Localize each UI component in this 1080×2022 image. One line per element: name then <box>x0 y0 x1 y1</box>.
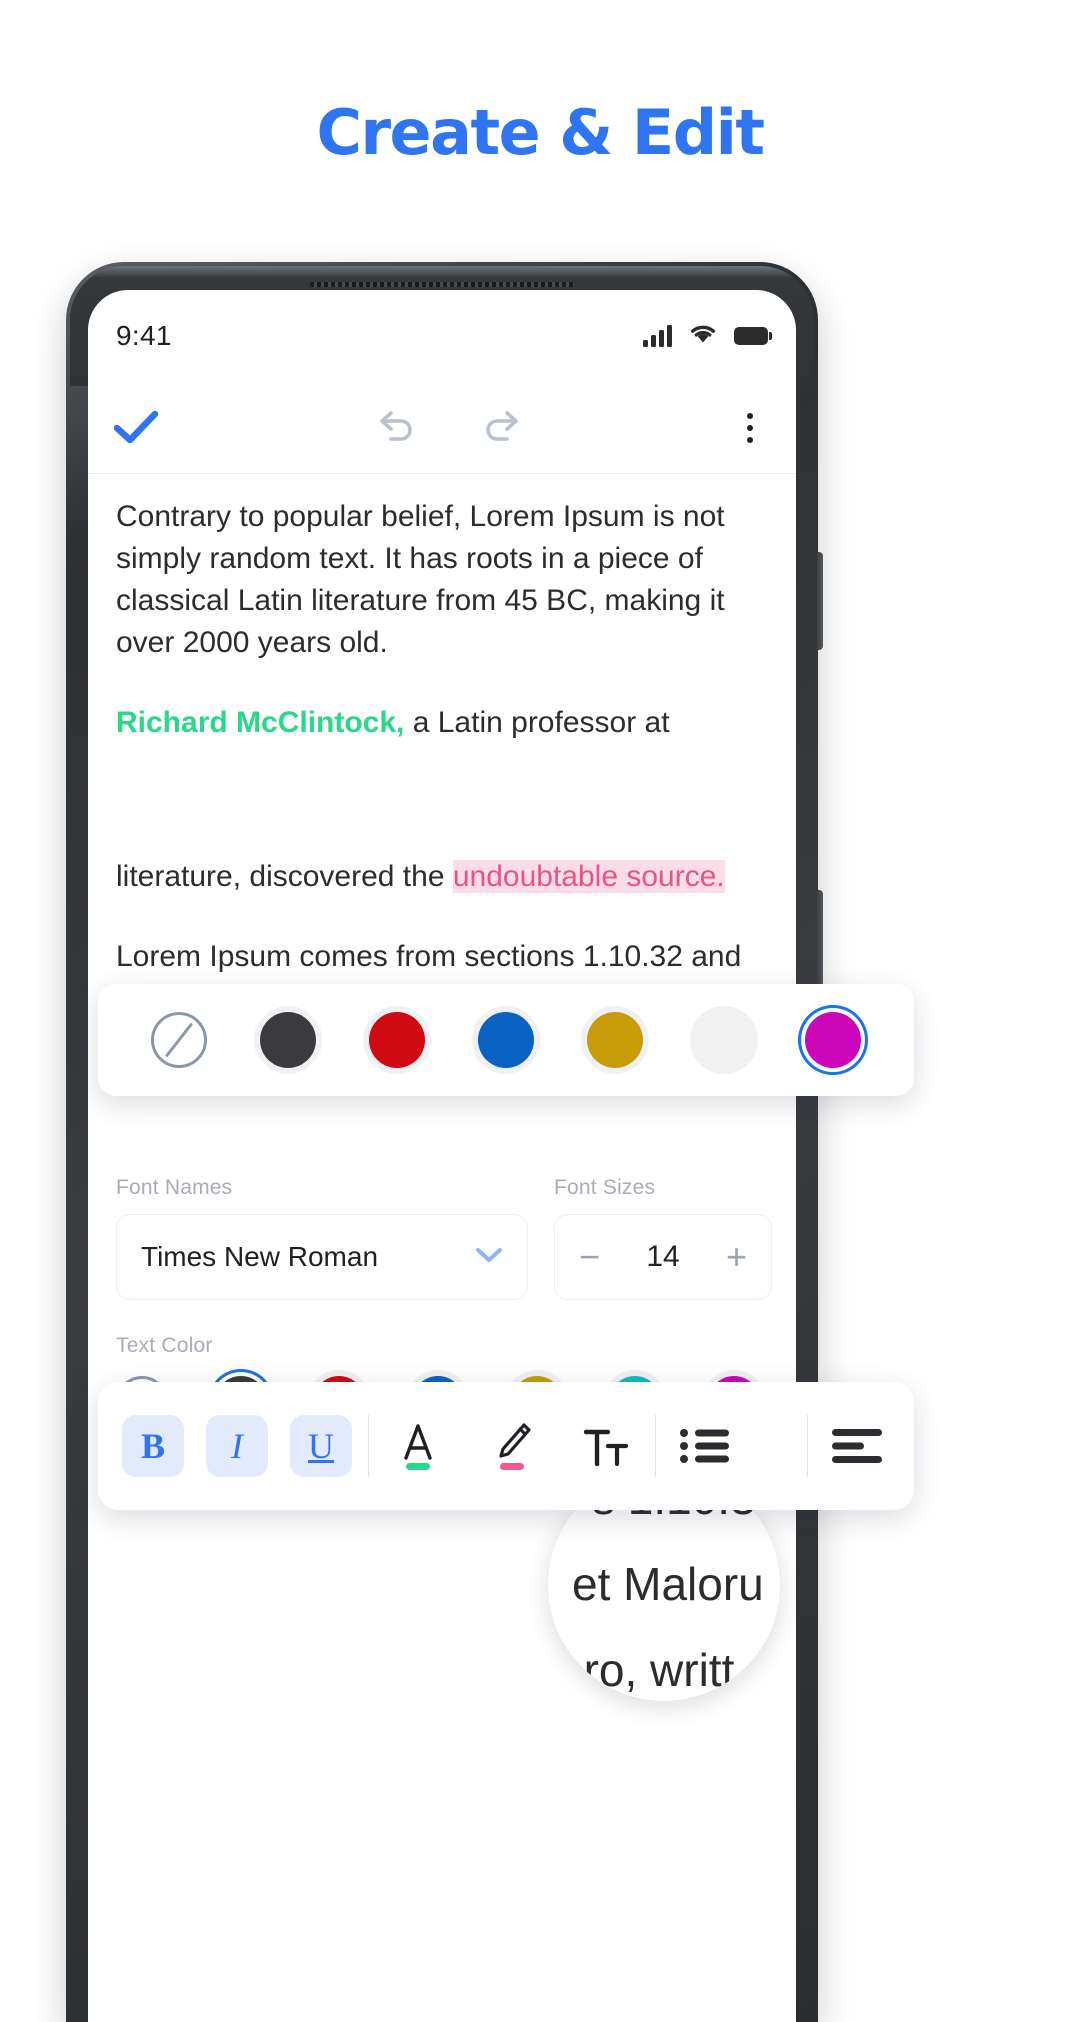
highlighted-text: undoubtable source. <box>452 860 725 893</box>
font-size-tt-icon[interactable] <box>573 1413 639 1479</box>
font-size-value: 14 <box>646 1240 680 1273</box>
phone-volume-button <box>817 552 823 650</box>
color-palette-popup[interactable] <box>98 984 914 1096</box>
highlighter-pen-icon[interactable] <box>479 1413 545 1479</box>
format-toolbar-popup[interactable]: B I U <box>98 1382 914 1510</box>
font-sizes-label: Font Sizes <box>554 1176 656 1199</box>
popup-color-swatch-blue[interactable] <box>477 1012 534 1068</box>
popup-color-swatch-red[interactable] <box>368 1012 425 1068</box>
chevron-down-icon <box>475 1246 503 1269</box>
font-sizes-field: Font Sizes − 14 + <box>554 1176 772 1300</box>
text-color-a-icon[interactable] <box>385 1413 451 1479</box>
font-size-stepper[interactable]: − 14 + <box>554 1214 772 1300</box>
phone-mockup-frame: 9:41 Contrary to popular belief, Lorem I… <box>66 262 914 2022</box>
document-paragraph-2: Richard McClintock, a Latin professor at <box>116 702 768 744</box>
author-name-text: Richard McClintock, <box>116 706 405 739</box>
text-color-label: Text Color <box>116 1334 213 1357</box>
popup-color-swatch-black[interactable] <box>259 1012 316 1068</box>
popup-color-swatch-no-color[interactable] <box>150 1012 207 1068</box>
toolbar-divider-2 <box>655 1415 656 1477</box>
toolbar-divider-3 <box>807 1415 808 1477</box>
bullet-list-icon[interactable] <box>672 1413 738 1479</box>
editor-toolbar <box>88 382 796 474</box>
popup-color-swatch-gold[interactable] <box>587 1012 644 1068</box>
redo-button[interactable] <box>480 407 524 448</box>
wifi-icon <box>688 323 718 350</box>
font-name-select[interactable]: Times New Roman <box>116 1214 528 1300</box>
done-button[interactable] <box>114 410 168 445</box>
status-bar-time: 9:41 <box>116 320 172 351</box>
document-paragraph-1: Contrary to popular belief, Lorem Ipsum … <box>116 500 725 659</box>
phone-screen: 9:41 Contrary to popular belief, Lorem I… <box>88 290 796 2022</box>
magnifier-line-3: ero, writt <box>558 1644 735 1696</box>
undo-button[interactable] <box>374 407 418 448</box>
italic-button[interactable]: I <box>206 1415 268 1477</box>
font-size-increase-button[interactable]: + <box>726 1239 747 1275</box>
paragraph-2-rest: a Latin professor at <box>404 706 670 739</box>
font-size-decrease-button[interactable]: − <box>579 1239 600 1275</box>
magnifier-line-2: et Maloru <box>572 1558 764 1610</box>
popup-color-swatch-magenta[interactable] <box>805 1012 862 1068</box>
battery-full-icon <box>734 327 772 345</box>
page-title: Create & Edit <box>316 96 765 169</box>
font-names-field: Font Names Times New Roman <box>116 1176 528 1300</box>
status-bar-icons <box>643 323 772 350</box>
bold-button[interactable]: B <box>122 1415 184 1477</box>
more-vertical-icon[interactable] <box>730 412 770 443</box>
phone-earpiece-speaker <box>310 282 574 287</box>
paragraph-3-pre: literature, discovered the <box>116 860 453 893</box>
text-align-icon[interactable] <box>824 1413 890 1479</box>
toolbar-divider-1 <box>368 1415 369 1477</box>
underline-button[interactable]: U <box>290 1415 352 1477</box>
font-name-value: Times New Roman <box>141 1241 379 1272</box>
status-bar: 9:41 <box>88 290 796 382</box>
document-paragraph-3: literature, discovered the undoubtable s… <box>116 856 768 898</box>
cellular-signal-icon <box>643 325 672 347</box>
popup-color-swatch-white[interactable] <box>696 1012 753 1068</box>
font-names-label: Font Names <box>116 1176 233 1199</box>
